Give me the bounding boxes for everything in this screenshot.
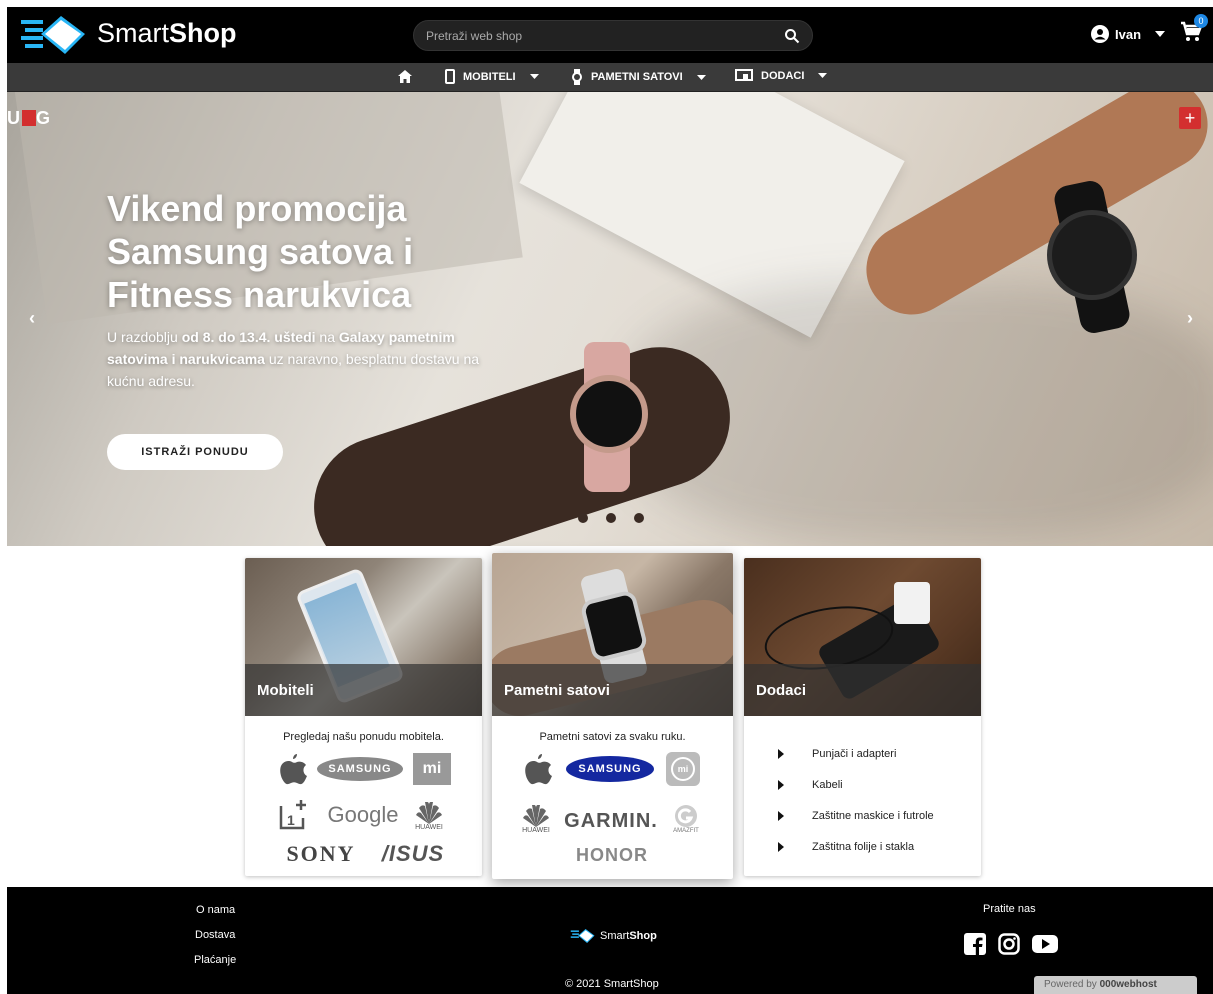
smartshop-logo-icon — [570, 928, 595, 944]
chevron-down-icon — [696, 74, 706, 80]
nav-item-mobiteli[interactable]: MOBITELI — [445, 69, 539, 84]
youtube-icon[interactable] — [1032, 933, 1058, 955]
watch-icon — [572, 69, 582, 85]
hero-title: Vikend promocija Samsung satova i Fitnes… — [107, 188, 414, 315]
social-links — [964, 933, 1058, 955]
smartshop-logo-icon[interactable] — [19, 12, 89, 58]
user-menu[interactable]: Ivan — [1091, 25, 1166, 43]
category-card-mobiteli[interactable]: Mobiteli Pregledaj našu ponudu mobitela.… — [245, 558, 482, 876]
nav-label: PAMETNI SATOVI — [591, 71, 683, 83]
caret-right-icon — [778, 748, 784, 759]
category-description: Pametni satovi za svaku ruku. — [539, 731, 686, 743]
category-title: Dodaci — [744, 664, 981, 716]
search-input[interactable]: Pretraži web shop — [413, 20, 813, 51]
cart-count-badge: 0 — [1194, 14, 1208, 28]
oneplus-logo-icon[interactable]: 1 — [277, 796, 313, 832]
carousel-next-arrow[interactable]: › — [1187, 308, 1193, 329]
footer-link-payment[interactable]: Plaćanje — [194, 954, 236, 966]
footer-link-delivery[interactable]: Dostava — [195, 929, 235, 941]
category-description: Pregledaj našu ponudu mobitela. — [283, 731, 444, 743]
powered-by-badge[interactable]: Powered by 000webhost — [1034, 976, 1197, 994]
huawei-logo[interactable]: HUAWEI — [409, 796, 449, 836]
xiaomi-watch-logo[interactable]: mi — [664, 751, 702, 787]
nav-item-dodaci[interactable]: DODACI — [735, 69, 828, 82]
nav-label: DODACI — [761, 69, 805, 82]
main-navigation: MOBITELI PAMETNI SATOVI DODACI — [7, 63, 1213, 92]
huawei-flower-icon — [523, 804, 549, 827]
huawei-logo[interactable]: HUAWEI — [516, 799, 556, 839]
caret-right-icon — [778, 810, 784, 821]
ug-badge: UG — [7, 108, 53, 128]
xiaomi-logo[interactable]: mi — [413, 753, 451, 785]
amazfit-icon — [675, 805, 697, 827]
user-account-icon — [1091, 25, 1109, 43]
top-bar: SmartShop Pretraži web shop Ivan 0 — [7, 7, 1213, 63]
footer-logo[interactable]: SmartShop — [570, 927, 657, 945]
svg-text:1: 1 — [287, 812, 295, 828]
caret-right-icon — [778, 779, 784, 790]
amazfit-logo[interactable]: AMAZFIT — [666, 799, 706, 839]
plus-button[interactable]: + — [1179, 107, 1201, 129]
chevron-down-icon — [818, 73, 828, 78]
honor-logo[interactable]: HONOR — [572, 843, 652, 867]
search-icon[interactable] — [784, 28, 800, 44]
google-logo[interactable]: Google — [323, 802, 403, 828]
samsung-logo[interactable]: SAMSUNG — [566, 756, 654, 782]
hero-image-decor — [570, 375, 648, 453]
category-title: Mobiteli — [245, 664, 482, 716]
home-icon[interactable] — [398, 70, 412, 83]
follow-us-label: Pratite nas — [983, 903, 1036, 915]
chevron-down-icon — [1155, 31, 1166, 37]
devices-icon — [735, 69, 753, 81]
smartphone-icon — [445, 69, 455, 84]
footer: O nama Dostava Plaćanje SmartShop Pratit… — [7, 887, 1213, 994]
user-name: Ivan — [1115, 26, 1142, 42]
carousel-dot[interactable] — [634, 513, 644, 523]
sony-logo[interactable]: SONY — [273, 841, 369, 866]
copyright-text: © 2021 SmartShop — [565, 978, 659, 990]
nav-label: MOBITELI — [463, 70, 516, 83]
caret-right-icon — [778, 841, 784, 852]
asus-logo[interactable]: /ISUS — [373, 841, 453, 866]
hero-carousel: UG + Vikend promocija Samsung satova i F… — [7, 92, 1213, 546]
list-item[interactable]: Zaštitne maskice i futrole — [778, 800, 934, 831]
facebook-icon[interactable] — [964, 933, 986, 955]
category-title: Pametni satovi — [492, 664, 733, 716]
carousel-prev-arrow[interactable]: ‹ — [29, 308, 35, 329]
category-card-pametni-satovi[interactable]: Pametni satovi Pametni satovi za svaku r… — [492, 553, 733, 879]
apple-logo-icon[interactable] — [520, 751, 554, 787]
samsung-logo[interactable]: SAMSUNG — [317, 757, 403, 781]
hero-description: U razdoblju od 8. do 13.4. uštedi na Gal… — [107, 329, 480, 389]
search-placeholder: Pretraži web shop — [426, 29, 523, 43]
huawei-flower-icon — [416, 801, 442, 824]
brand-name[interactable]: SmartShop — [97, 18, 237, 49]
carousel-dot[interactable] — [606, 513, 616, 523]
carousel-dot[interactable] — [578, 513, 588, 523]
explore-offer-button[interactable]: ISTRAŽI PONUDU — [107, 434, 283, 470]
chevron-down-icon — [529, 74, 539, 79]
instagram-icon[interactable] — [998, 933, 1020, 955]
accessories-list: Punjači i adapteri Kabeli Zaštitne maski… — [778, 738, 934, 862]
hero-image-decor — [1047, 210, 1137, 300]
list-item[interactable]: Kabeli — [778, 769, 934, 800]
garmin-logo[interactable]: GARMIN. — [564, 809, 658, 833]
category-card-dodaci[interactable]: Dodaci Punjači i adapteri Kabeli Zaštitn… — [744, 558, 981, 876]
carousel-indicators — [578, 513, 644, 523]
list-item[interactable]: Zaštitna folije i stakla — [778, 831, 934, 862]
list-item[interactable]: Punjači i adapteri — [778, 738, 934, 769]
apple-logo-icon[interactable] — [275, 752, 309, 786]
footer-link-about[interactable]: O nama — [196, 904, 235, 916]
nav-item-pametni-satovi[interactable]: PAMETNI SATOVI — [571, 69, 706, 85]
